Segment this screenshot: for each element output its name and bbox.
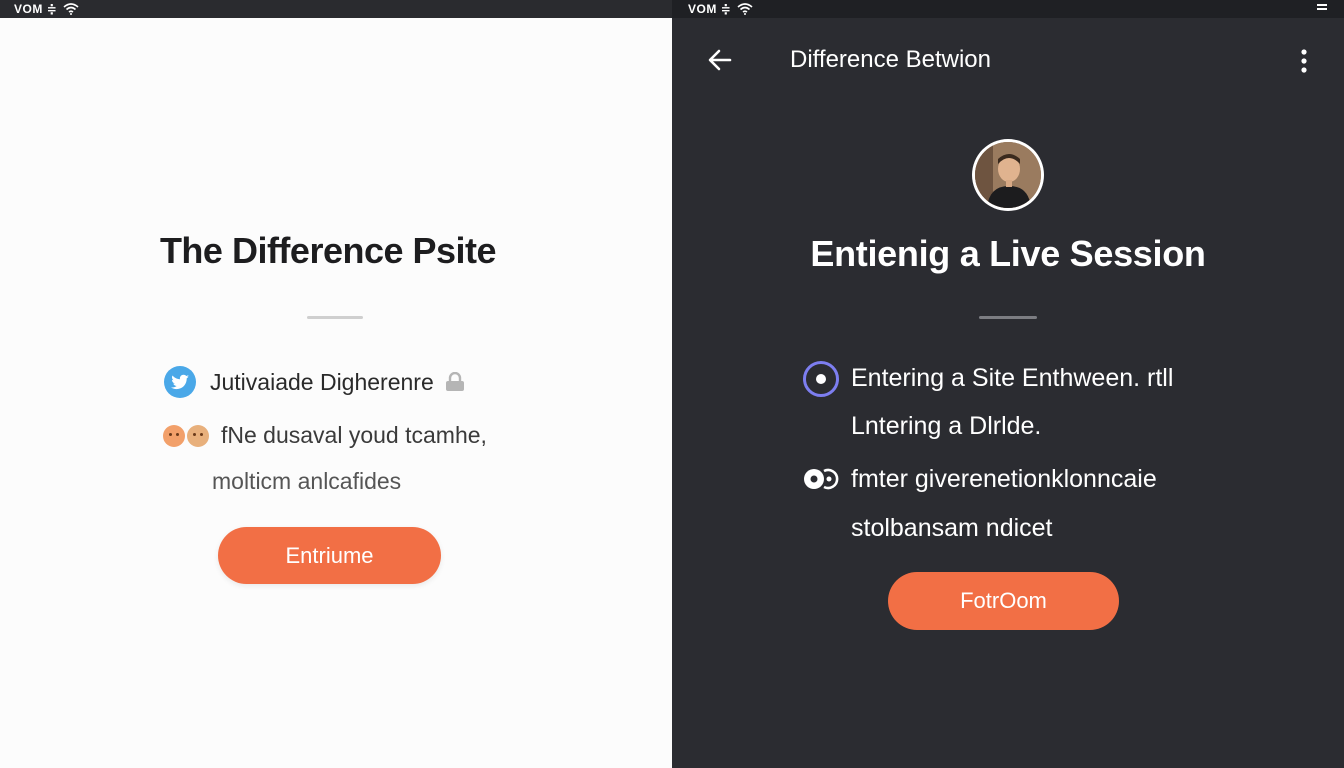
status-text: VOM ≑ [14, 2, 58, 16]
list-item-text: stolbansam ndicet [851, 514, 1053, 542]
title-divider [979, 316, 1037, 319]
status-menu-icon [1317, 4, 1327, 10]
avatar-photo [975, 142, 1041, 208]
emoji-faces-icon [163, 424, 211, 447]
list-item-text: Lntering a Dlrlde. [851, 412, 1042, 440]
list-item-text: fNe dusaval youd tcamhe, [221, 422, 487, 448]
status-bar: VOM ≑ [672, 0, 1344, 18]
dual-circle-icon[interactable] [802, 466, 840, 494]
appbar-title: Difference Betwion [790, 46, 991, 73]
wifi-icon [63, 3, 79, 15]
arrow-left-icon[interactable] [706, 46, 734, 74]
list-item: fNe dusaval youd tcamhe, [163, 422, 487, 449]
twitter-bird-icon [164, 366, 196, 398]
wifi-icon [737, 3, 753, 15]
primary-button[interactable]: Entriume [218, 527, 441, 584]
list-item: Jutivaiade Digherenre [164, 366, 466, 398]
list-item-text: molticm anlcafides [212, 468, 402, 494]
lock-icon [445, 372, 464, 391]
list-item-text: Entering a Site Enthween. rtll [851, 364, 1174, 392]
section-title: Entienig a Live Session [810, 233, 1206, 274]
status-bar: VOM ≑ [0, 0, 672, 18]
avatar [972, 139, 1044, 211]
kebab-menu-icon[interactable] [1300, 48, 1308, 74]
right-screen: VOM ≑ Difference Betwion Entienig a Live… [672, 0, 1344, 768]
left-screen: VOM ≑ The Difference Psite Jutivaiade Di… [0, 0, 672, 768]
title-divider [307, 316, 363, 319]
list-item-text: Jutivaiade Digherenre [210, 368, 434, 395]
status-text: VOM ≑ [688, 2, 732, 16]
radio-selected-icon[interactable] [803, 361, 839, 397]
list-item-text: fmter giverenetionklonncaie [851, 465, 1157, 493]
primary-button[interactable]: FotrOom [888, 572, 1119, 630]
page-title: The Difference Psite [159, 230, 497, 271]
